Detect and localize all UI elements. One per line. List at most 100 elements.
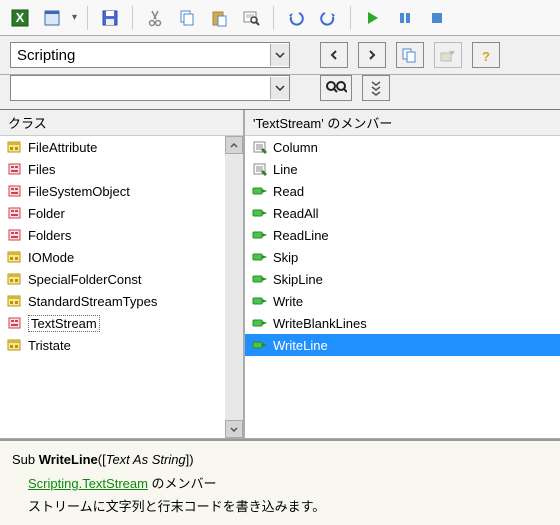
form-icon[interactable] [40,6,64,30]
class-item[interactable]: IOMode [0,246,225,268]
member-label: Read [273,184,304,199]
method-icon [251,315,269,331]
expand-button[interactable] [362,75,390,101]
method-icon [251,205,269,221]
sub-keyword: Sub [12,452,39,467]
member-item[interactable]: Write [245,290,560,312]
class-icon [6,205,24,221]
members-list: Column Line Read ReadAll ReadLine Skip SkipLin… [245,136,560,438]
member-of-line: Scripting.TextStream のメンバー [12,473,548,492]
svg-text:X: X [16,10,25,25]
member-item[interactable]: Column [245,136,560,158]
class-item[interactable]: StandardStreamTypes [0,290,225,312]
classes-header: クラス [0,110,243,136]
enum-icon [6,271,24,287]
member-item[interactable]: WriteBlankLines [245,312,560,334]
run-icon[interactable] [361,6,385,30]
redo-icon[interactable] [316,6,340,30]
class-item[interactable]: SpecialFolderConst [0,268,225,290]
class-label: TextStream [28,315,100,332]
class-label: StandardStreamTypes [28,294,157,309]
class-item[interactable]: Folders [0,224,225,246]
search-button[interactable] [320,75,352,101]
class-item[interactable]: FileSystemObject [0,180,225,202]
class-label: FileSystemObject [28,184,130,199]
class-icon [6,315,24,331]
cut-icon[interactable] [143,6,167,30]
prop-icon [251,139,269,155]
member-label: Skip [273,250,298,265]
paste-icon[interactable] [207,6,231,30]
member-label: ReadAll [273,206,319,221]
stop-icon[interactable] [425,6,449,30]
nav-back-button[interactable] [320,42,348,68]
nav-forward-button[interactable] [358,42,386,68]
undo-icon[interactable] [284,6,308,30]
search-dropdown[interactable] [10,75,290,101]
class-label: Folder [28,206,65,221]
class-item[interactable]: Tristate [0,334,225,356]
enum-icon [6,249,24,265]
method-icon [251,271,269,287]
class-item[interactable]: FileAttribute [0,136,225,158]
prop-icon [251,161,269,177]
class-label: SpecialFolderConst [28,272,141,287]
svg-text:?: ? [482,49,490,64]
member-item[interactable]: ReadAll [245,202,560,224]
method-icon [251,249,269,265]
member-label: SkipLine [273,272,323,287]
panels: クラス FileAttribute Files FileSystemObject Fo… [0,110,560,439]
member-item[interactable]: Line [245,158,560,180]
library-row: ? [0,36,560,75]
save-icon[interactable] [98,6,122,30]
main-toolbar: X ▾ [0,0,560,36]
method-icon [251,227,269,243]
scroll-down-icon[interactable] [225,420,243,438]
class-item[interactable]: TextStream [0,312,225,334]
enum-icon [6,139,24,155]
class-item[interactable]: Files [0,158,225,180]
member-label: Column [273,140,318,155]
enum-icon [6,293,24,309]
enum-icon [6,337,24,353]
class-label: FileAttribute [28,140,97,155]
class-label: Tristate [28,338,71,353]
member-item[interactable]: ReadLine [245,224,560,246]
member-label: WriteBlankLines [273,316,367,331]
parent-link[interactable]: Scripting.TextStream [28,476,148,491]
class-label: Files [28,162,55,177]
member-item[interactable]: Skip [245,246,560,268]
member-name: WriteLine [39,452,98,467]
param: Text As String [106,452,186,467]
find-icon[interactable] [239,6,263,30]
copy-info-button[interactable] [396,42,424,68]
search-row [0,75,560,110]
detail-pane: Sub WriteLine([Text As String]) Scriptin… [0,439,560,525]
members-header: 'TextStream' のメンバー [245,110,560,136]
member-of-suffix: のメンバー [148,476,217,491]
pause-icon[interactable] [393,6,417,30]
dropdown-button-icon[interactable] [270,77,289,99]
copy-icon[interactable] [175,6,199,30]
signature: Sub WriteLine([Text As String]) [12,451,548,467]
member-label: WriteLine [273,338,328,353]
classes-list: FileAttribute Files FileSystemObject Folder… [0,136,243,438]
class-icon [6,161,24,177]
class-icon [6,227,24,243]
help-button[interactable]: ? [472,42,500,68]
member-item[interactable]: SkipLine [245,268,560,290]
library-dropdown[interactable] [10,42,290,68]
library-input[interactable] [11,45,270,66]
member-label: ReadLine [273,228,329,243]
scrollbar[interactable] [225,136,243,438]
scroll-up-icon[interactable] [225,136,243,154]
method-icon [251,183,269,199]
member-item[interactable]: Read [245,180,560,202]
member-item[interactable]: WriteLine [245,334,560,356]
search-input[interactable] [11,78,270,98]
class-item[interactable]: Folder [0,202,225,224]
excel-icon[interactable]: X [8,6,32,30]
view-definition-button[interactable] [434,42,462,68]
dropdown-button-icon[interactable] [270,44,289,66]
method-icon [251,293,269,309]
